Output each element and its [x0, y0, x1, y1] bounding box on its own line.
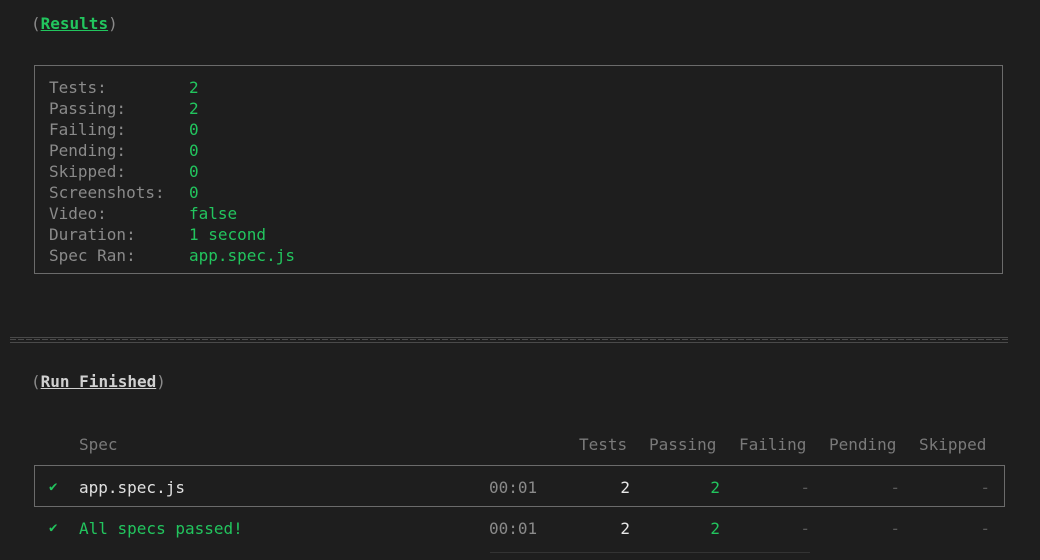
stat-value-failing: 0 — [189, 120, 199, 139]
stat-label-tests: Tests: — [49, 78, 107, 97]
summary-check-icon: ✔ — [49, 520, 58, 536]
summary-underline — [490, 552, 810, 553]
summary-status: All specs passed! — [79, 519, 243, 538]
results-heading: (Results) — [31, 13, 118, 34]
header-skipped: Skipped — [919, 435, 987, 454]
stat-label-video: Video: — [49, 204, 107, 223]
check-icon: ✔ — [49, 479, 58, 495]
stat-label-failing: Failing: — [49, 120, 127, 139]
header-tests: Tests — [579, 435, 628, 454]
stat-label-duration: Duration: — [49, 225, 136, 244]
stat-label-passing: Passing: — [49, 99, 127, 118]
stat-value-video: false — [189, 204, 238, 223]
stat-value-passing: 2 — [189, 99, 199, 118]
stat-label-screenshots: Screenshots: — [49, 183, 165, 202]
summary-tests: 2 — [620, 519, 630, 538]
row-spec-name: app.spec.js — [79, 478, 185, 497]
run-open-paren: ( — [31, 372, 41, 391]
section-divider — [10, 337, 1008, 343]
run-finished-title: Run Finished — [40, 372, 157, 391]
header-pending: Pending — [829, 435, 897, 454]
summary-pending: - — [890, 519, 900, 538]
row-failing: - — [800, 478, 810, 497]
results-title: Results — [40, 14, 109, 33]
summary-failing: - — [800, 519, 810, 538]
results-open-paren: ( — [31, 14, 41, 33]
run-finished-heading: (Run Finished) — [31, 371, 166, 392]
stat-label-skipped: Skipped: — [49, 162, 127, 181]
row-skipped: - — [980, 478, 990, 497]
summary-duration: 00:01 — [489, 519, 538, 538]
row-pending: - — [890, 478, 900, 497]
results-close-paren: ) — [108, 14, 118, 33]
row-duration: 00:01 — [489, 478, 538, 497]
header-failing: Failing — [739, 435, 807, 454]
header-spec: Spec — [79, 435, 118, 454]
summary-skipped: - — [980, 519, 990, 538]
stat-label-pending: Pending: — [49, 141, 127, 160]
stat-value-pending: 0 — [189, 141, 199, 160]
summary-passing: 2 — [710, 519, 720, 538]
stat-value-tests: 2 — [189, 78, 199, 97]
stat-label-spec-ran: Spec Ran: — [49, 246, 136, 265]
stat-value-skipped: 0 — [189, 162, 199, 181]
stat-value-spec-ran: app.spec.js — [189, 246, 295, 265]
header-passing: Passing — [649, 435, 717, 454]
stat-value-screenshots: 0 — [189, 183, 199, 202]
row-tests: 2 — [620, 478, 630, 497]
results-summary-box — [34, 65, 1003, 274]
row-passing: 2 — [710, 478, 720, 497]
stat-value-duration: 1 second — [189, 225, 267, 244]
run-close-paren: ) — [156, 372, 166, 391]
